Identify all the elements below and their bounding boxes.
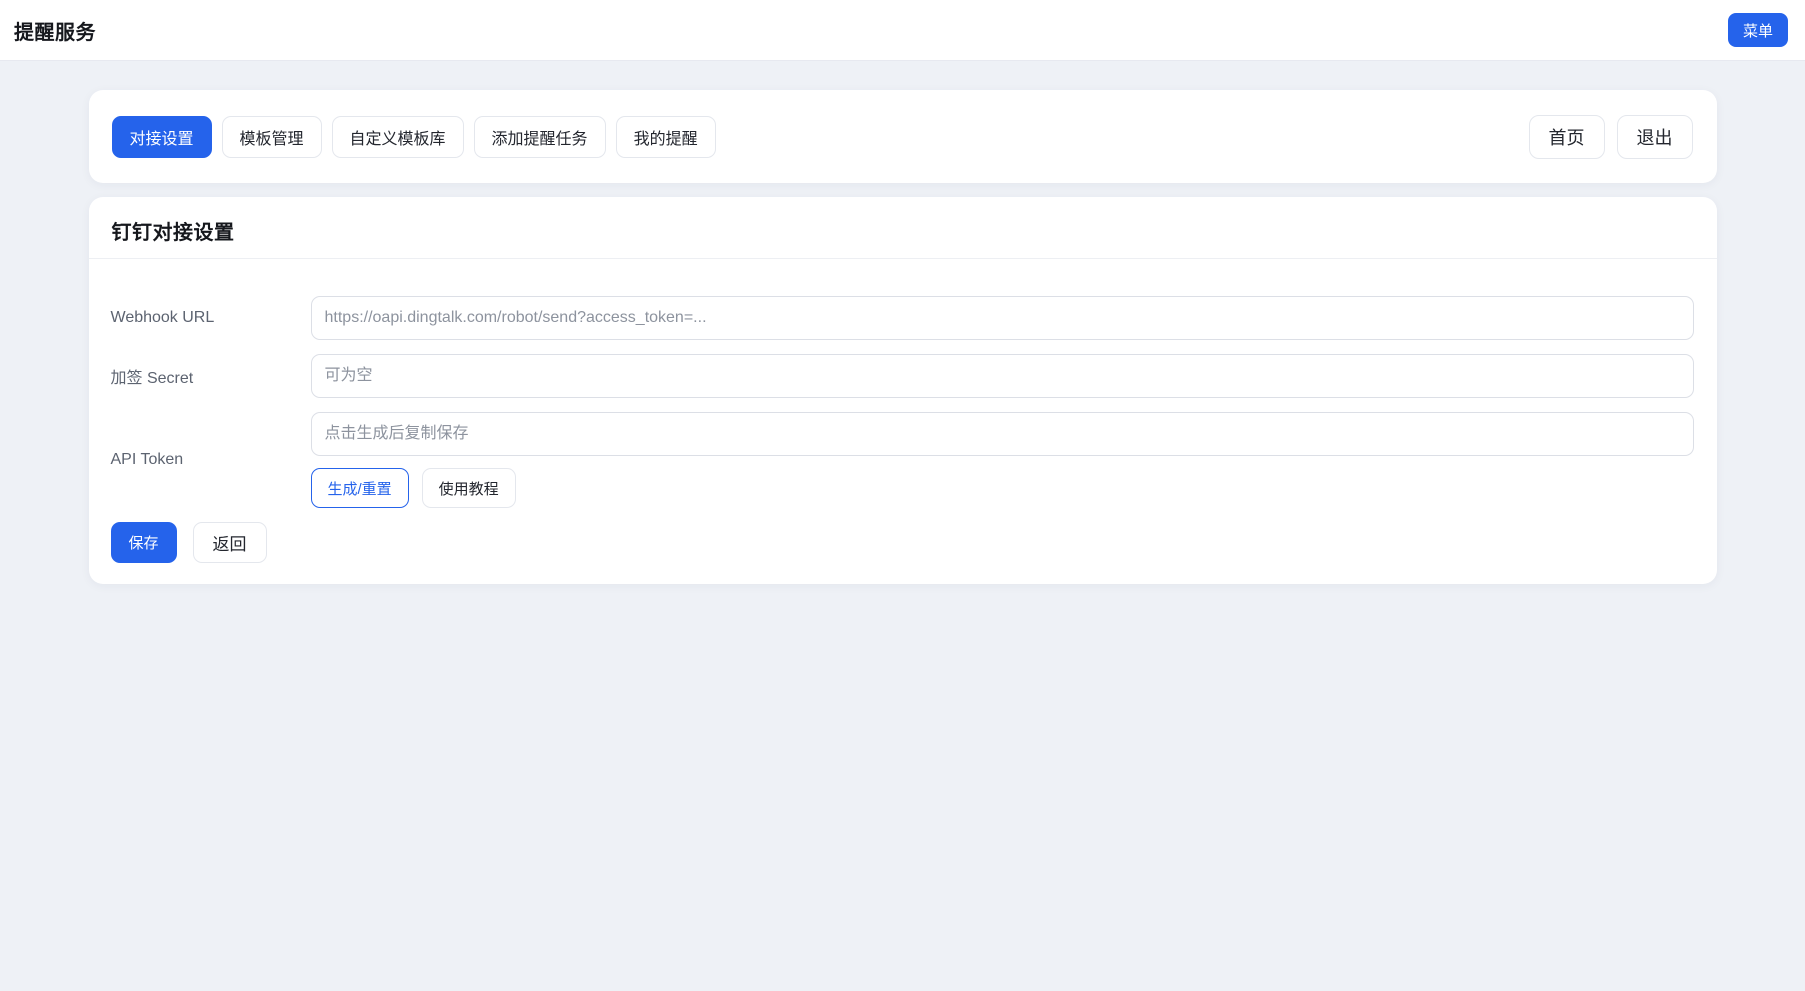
webhook-url-input[interactable] [310, 296, 1694, 340]
form-row-secret: 加签 Secret [111, 354, 1694, 398]
main-container: 对接设置 模板管理 自定义模板库 添加提醒任务 我的提醒 首页 退出 钉钉对接设… [88, 90, 1717, 584]
tab-add-reminder-task[interactable]: 添加提醒任务 [473, 115, 606, 158]
secret-input[interactable] [310, 354, 1694, 398]
home-button[interactable]: 首页 [1528, 114, 1605, 159]
topbar: 提醒服务 菜单 [0, 0, 1805, 61]
settings-form: Webhook URL 加签 Secret API Token 生成/重置 [89, 259, 1717, 508]
api-token-label: API Token [110, 451, 184, 468]
secret-field-group [310, 354, 1694, 398]
tab-connection-settings[interactable]: 对接设置 [111, 115, 212, 158]
tab-template-management[interactable]: 模板管理 [221, 115, 322, 158]
secret-label: 加签 Secret [110, 370, 194, 387]
nav-tabs-card: 对接设置 模板管理 自定义模板库 添加提醒任务 我的提醒 首页 退出 [88, 90, 1717, 183]
token-buttons-row: 生成/重置 使用教程 [310, 468, 1694, 508]
settings-card-title: 钉钉对接设置 [88, 197, 1717, 259]
back-button[interactable]: 返回 [192, 522, 267, 563]
webhook-url-field-group [310, 296, 1694, 340]
tab-my-reminders[interactable]: 我的提醒 [615, 115, 716, 158]
tab-custom-template-library[interactable]: 自定义模板库 [331, 115, 464, 158]
api-token-input[interactable] [310, 412, 1694, 456]
tutorial-button[interactable]: 使用教程 [421, 468, 516, 508]
generate-reset-button[interactable]: 生成/重置 [310, 468, 409, 508]
api-token-field-group: 生成/重置 使用教程 [310, 412, 1694, 508]
form-row-api-token: API Token 生成/重置 使用教程 [111, 412, 1694, 508]
menu-button[interactable]: 菜单 [1727, 13, 1788, 47]
webhook-url-label: Webhook URL [110, 309, 215, 326]
logout-button[interactable]: 退出 [1616, 114, 1693, 159]
dingtalk-settings-card: 钉钉对接设置 Webhook URL 加签 Secret API Token [88, 197, 1717, 584]
form-row-webhook-url: Webhook URL [111, 296, 1694, 340]
save-button[interactable]: 保存 [110, 522, 177, 563]
form-actions: 保存 返回 [89, 522, 1717, 563]
app-title: 提醒服务 [14, 21, 96, 44]
